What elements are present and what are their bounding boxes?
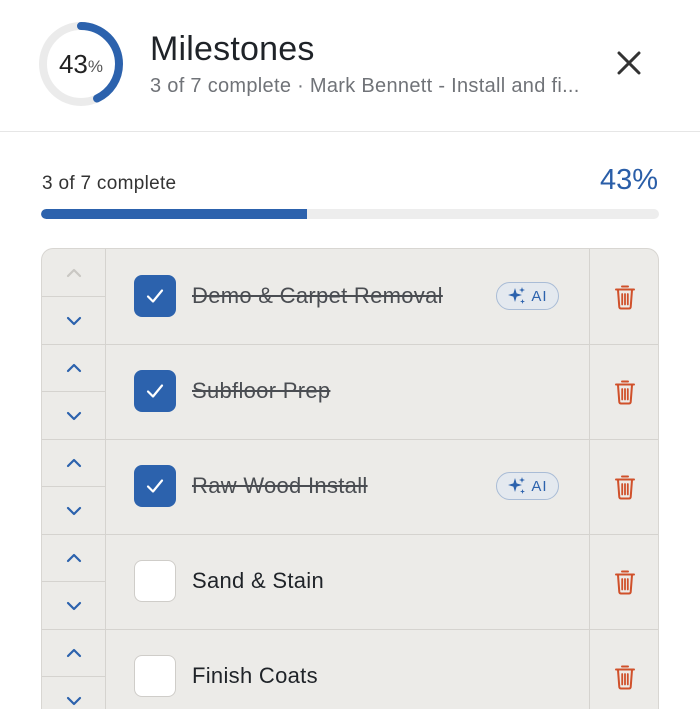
delete-button[interactable] [589, 344, 658, 439]
chevron-up-icon [66, 268, 81, 277]
milestone-row: Finish Coats [42, 629, 658, 709]
reorder-controls [42, 439, 106, 534]
chevron-down-icon [66, 696, 81, 705]
move-down-button[interactable] [42, 392, 105, 439]
milestone-checkbox[interactable] [134, 370, 176, 412]
delete-button[interactable] [589, 439, 658, 534]
ai-badge: AI [496, 472, 559, 500]
reorder-controls [42, 344, 106, 439]
milestone-row: Subfloor Prep [42, 344, 658, 440]
page-subtitle: 3 of 7 complete · Mark Bennett - Install… [150, 75, 580, 97]
progress-bar [41, 209, 659, 219]
progress-bar-fill [41, 209, 307, 219]
milestone-checkbox[interactable] [134, 655, 176, 697]
close-icon [617, 51, 641, 75]
progress-percent: 43% [599, 164, 658, 196]
move-up-button[interactable] [42, 629, 105, 677]
milestone-list: Demo & Carpet Removal AI Subfloor Prep R… [41, 248, 659, 709]
ai-badge: AI [496, 282, 559, 310]
chevron-up-icon [66, 648, 81, 657]
milestone-title: Subfloor Prep [192, 378, 331, 403]
checkmark-icon [146, 384, 164, 398]
move-down-button[interactable] [42, 297, 105, 344]
close-button[interactable] [608, 42, 650, 84]
milestone-checkbox[interactable] [134, 465, 176, 507]
chevron-down-icon [66, 316, 81, 325]
sparkles-icon [508, 287, 526, 304]
sparkles-icon [508, 477, 526, 494]
trash-icon [614, 665, 635, 689]
milestone-title: Finish Coats [192, 663, 318, 688]
delete-button[interactable] [589, 534, 658, 629]
progress-ring-number: 43 [58, 48, 88, 79]
move-down-button[interactable] [42, 487, 105, 534]
move-down-button[interactable] [42, 677, 105, 709]
trash-icon [614, 570, 635, 594]
move-up-button [42, 249, 105, 297]
milestone-checkbox[interactable] [134, 560, 176, 602]
trash-icon [614, 285, 635, 309]
delete-button[interactable] [589, 629, 658, 709]
milestones-header: 43% Milestones 3 of 7 complete · Mark Be… [0, 0, 700, 132]
ai-badge-label: AI [531, 287, 548, 305]
milestone-title: Sand & Stain [192, 568, 325, 593]
reorder-controls [42, 629, 106, 709]
reorder-controls [42, 534, 106, 629]
milestone-title: Raw Wood Install [192, 473, 368, 498]
milestone-row: Raw Wood Install AI [42, 439, 658, 535]
chevron-down-icon [66, 411, 81, 420]
move-down-button[interactable] [42, 582, 105, 629]
progress-ring-label: 43% [38, 21, 124, 107]
delete-button[interactable] [589, 249, 658, 344]
trash-icon [614, 475, 635, 499]
progress-ring-unit: % [87, 56, 104, 76]
milestone-title: Demo & Carpet Removal [192, 283, 443, 308]
checkmark-icon [146, 289, 164, 303]
milestone-row: Sand & Stain [42, 534, 658, 630]
chevron-up-icon [66, 363, 81, 372]
page-title: Milestones [150, 30, 315, 68]
chevron-up-icon [66, 458, 81, 467]
reorder-controls [42, 249, 106, 344]
trash-icon [614, 380, 635, 404]
milestone-row: Demo & Carpet Removal AI [42, 249, 658, 345]
chevron-down-icon [66, 506, 81, 515]
checkmark-icon [146, 479, 164, 493]
chevron-down-icon [66, 601, 81, 610]
progress-label: 3 of 7 complete [42, 173, 177, 194]
chevron-up-icon [66, 553, 81, 562]
ai-badge-label: AI [531, 477, 548, 495]
move-up-button[interactable] [42, 344, 105, 392]
milestone-checkbox[interactable] [134, 275, 176, 317]
move-up-button[interactable] [42, 534, 105, 582]
move-up-button[interactable] [42, 439, 105, 487]
